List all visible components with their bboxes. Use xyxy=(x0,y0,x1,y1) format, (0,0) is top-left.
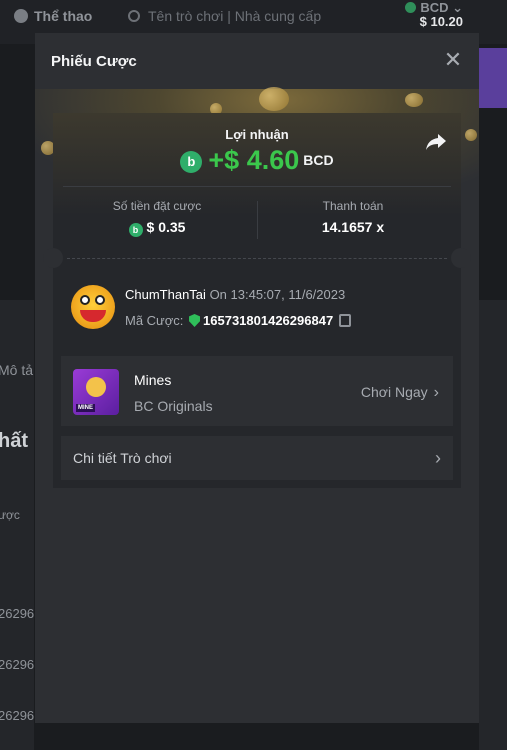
payout-value: 14.1657 x xyxy=(321,219,385,235)
bcd-icon xyxy=(405,2,417,13)
game-name: Mines xyxy=(134,372,172,388)
promo-banner xyxy=(479,48,507,108)
share-icon[interactable] xyxy=(425,133,447,151)
chevron-right-icon: › xyxy=(435,448,441,468)
bet-time: On 13:45:07, 11/6/2023 xyxy=(209,287,346,302)
wallet[interactable]: BCD ⌄ $ 10.20 xyxy=(405,1,463,29)
coin-decoration xyxy=(405,93,423,107)
thumbnail-label: MINE xyxy=(76,404,95,412)
play-now-label: Chơi Ngay xyxy=(360,384,428,400)
bet-card: Lợi nhuận b +$ 4.60 BCD Số tiền đặt cược b… xyxy=(43,113,471,488)
bg-text: 26296 xyxy=(0,657,35,672)
modal-header: Phiếu Cược ✕ xyxy=(35,33,479,89)
bg-text: Mô tả xyxy=(0,362,34,378)
background-panel-right xyxy=(479,300,507,750)
bet-id: 165731801426296847 xyxy=(203,313,334,328)
bg-text: 26296 xyxy=(0,708,35,723)
game-provider: BC Originals xyxy=(134,398,213,414)
dashed-divider xyxy=(67,258,447,259)
game-details-row[interactable]: Chi tiết Trò chơi › xyxy=(61,436,453,480)
game-details-label: Chi tiết Trò chơi xyxy=(73,450,172,466)
verified-shield-icon xyxy=(189,314,201,327)
sports-icon xyxy=(14,9,28,23)
nav-sports[interactable]: Thể thao xyxy=(14,8,92,24)
profit-amount: +$ 4.60 xyxy=(208,145,300,175)
coin-decoration xyxy=(465,129,477,141)
search-placeholder: Tên trò chơi | Nhà cung cấp xyxy=(148,8,322,24)
profit-line: b +$ 4.60 BCD xyxy=(53,145,461,176)
bomb-icon xyxy=(86,377,106,397)
search-icon xyxy=(128,10,140,22)
bcd-coin-icon: b xyxy=(128,223,143,237)
chevron-right-icon: › xyxy=(433,384,439,401)
bg-text: hất xyxy=(0,430,28,452)
bet-id-label: Mã Cược: xyxy=(125,313,184,328)
payout-label: Thanh toán xyxy=(322,199,384,213)
profit-section: Lợi nhuận b +$ 4.60 BCD Số tiền đặt cược b… xyxy=(53,113,461,259)
bet-slip-modal: Phiếu Cược ✕ Lợi nhuận b +$ 4.60 BCD Số ti… xyxy=(35,33,479,723)
username[interactable]: ChumThanTai xyxy=(125,287,206,302)
mines-game-thumbnail: MINE xyxy=(73,369,119,415)
bg-text: 26296 xyxy=(0,606,35,621)
wallet-balance: $ 10.20 xyxy=(419,14,463,29)
avatar[interactable] xyxy=(71,285,115,329)
play-now-button[interactable]: Chơi Ngay › xyxy=(360,384,439,401)
bg-text: ược xyxy=(0,508,20,522)
modal-title: Phiếu Cược xyxy=(51,53,137,70)
profit-currency: BCD xyxy=(303,152,334,168)
game-row[interactable]: MINE Mines BC Originals Chơi Ngay › xyxy=(61,356,453,426)
coin-decoration xyxy=(259,87,289,111)
bet-amount-value: $ 0.35 xyxy=(146,219,186,235)
avatar-eye xyxy=(80,295,90,305)
bcd-coin-icon: b xyxy=(180,151,203,173)
bet-id-row: Mã Cược: 165731801426296847 xyxy=(125,313,352,328)
wallet-currency: BCD xyxy=(420,0,449,15)
bet-amount-stat: Số tiền đặt cược b $ 0.35 xyxy=(57,199,257,237)
user-row: ChumThanTai On 13:45:07, 11/6/2023 Mã Cư… xyxy=(53,271,461,337)
copy-icon[interactable] xyxy=(339,314,352,327)
ticket-notch xyxy=(43,248,63,268)
avatar-eye xyxy=(95,295,105,305)
search-bar[interactable]: Tên trò chơi | Nhà cung cấp xyxy=(128,8,321,24)
user-info: ChumThanTai On 13:45:07, 11/6/2023 xyxy=(125,287,345,302)
bet-amount-label: Số tiền đặt cược xyxy=(112,199,202,213)
payout-stat: Thanh toán 14.1657 x xyxy=(253,199,453,235)
avatar-mouth xyxy=(80,310,106,322)
ticket-notch xyxy=(451,248,471,268)
profit-label: Lợi nhuận xyxy=(225,127,289,142)
close-icon[interactable]: ✕ xyxy=(443,49,463,71)
divider xyxy=(63,186,451,187)
nav-sports-label: Thể thao xyxy=(34,8,93,24)
